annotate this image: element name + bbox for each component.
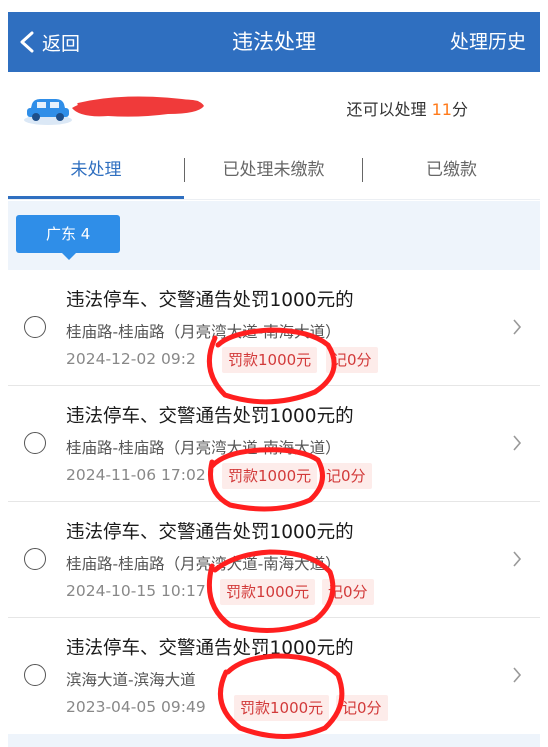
- points-tag: 记0分: [336, 695, 388, 721]
- chevron-right-icon: [513, 319, 522, 335]
- list-item[interactable]: 违法停车、交警通告处罚1000元的 滨海大道-滨海大道 2023-04-05 0…: [8, 618, 540, 734]
- violation-location: 桂庙路-桂庙路（月亮湾大道-南海大道）: [66, 439, 341, 457]
- region-badge: 广东 4: [16, 215, 120, 260]
- fine-tag: 罚款1000元: [234, 695, 330, 721]
- remaining-points: 还可以处理 11分: [347, 96, 468, 120]
- status-tabs: 未处理 已处理未缴款 已缴款: [8, 148, 540, 200]
- points-suffix: 分: [451, 100, 468, 119]
- violation-time: 2024-11-06 17:02: [66, 466, 206, 484]
- history-button[interactable]: 处理历史: [450, 12, 526, 72]
- vehicle-info: 还可以处理 11分: [8, 72, 540, 148]
- points-tag: 记0分: [322, 579, 374, 605]
- list-item[interactable]: 违法停车、交警通告处罚1000元的 桂庙路-桂庙路（月亮湾大道-南海大道） 20…: [8, 270, 540, 386]
- chevron-right-icon: [513, 435, 522, 451]
- violation-time: 2023-04-05 09:49: [66, 698, 206, 716]
- car-icon: [24, 99, 72, 125]
- violation-location: 滨海大道-滨海大道: [66, 671, 196, 689]
- tab-processed-unpaid[interactable]: 已处理未缴款: [185, 148, 362, 198]
- violation-title: 违法停车、交警通告处罚1000元的: [66, 522, 354, 543]
- chevron-right-icon: [513, 551, 522, 567]
- chevron-right-icon: [513, 667, 522, 683]
- list-item[interactable]: 违法停车、交警通告处罚1000元的 桂庙路-桂庙路（月亮湾大道-南海大道） 20…: [8, 502, 540, 618]
- fine-tag: 罚款1000元: [222, 347, 318, 373]
- violation-time: 2024-10-15 10:17: [66, 582, 206, 600]
- select-radio[interactable]: [24, 664, 46, 686]
- fine-tag: 罚款1000元: [220, 579, 316, 605]
- points-tag: 记0分: [320, 463, 372, 489]
- list-item[interactable]: 违法停车、交警通告处罚1000元的 桂庙路-桂庙路（月亮湾大道-南海大道） 20…: [8, 386, 540, 502]
- violation-title: 违法停车、交警通告处罚1000元的: [66, 290, 354, 311]
- points-value: 11: [431, 100, 452, 119]
- select-radio[interactable]: [24, 548, 46, 570]
- violation-list: 违法停车、交警通告处罚1000元的 桂庙路-桂庙路（月亮湾大道-南海大道） 20…: [8, 270, 540, 734]
- violation-time: 2024-12-02 09:2: [66, 350, 196, 368]
- violation-location: 桂庙路-桂庙路（月亮湾大道-南海大道）: [66, 323, 341, 341]
- points-prefix: 还可以处理: [346, 100, 427, 119]
- select-radio[interactable]: [24, 316, 46, 338]
- active-tab-indicator: [8, 196, 184, 199]
- points-tag: 记0分: [326, 347, 378, 373]
- select-radio[interactable]: [24, 432, 46, 454]
- tab-paid[interactable]: 已缴款: [363, 148, 540, 198]
- nav-bar: 返回 违法处理 处理历史: [8, 12, 540, 72]
- fine-tag: 罚款1000元: [222, 463, 318, 489]
- violation-title: 违法停车、交警通告处罚1000元的: [66, 406, 354, 427]
- tab-unprocessed[interactable]: 未处理: [8, 148, 184, 198]
- plate-redaction: [72, 96, 204, 117]
- violation-location: 桂庙路-桂庙路（月亮湾大道-南海大道）: [66, 555, 341, 573]
- violation-title: 违法停车、交警通告处罚1000元的: [66, 638, 354, 659]
